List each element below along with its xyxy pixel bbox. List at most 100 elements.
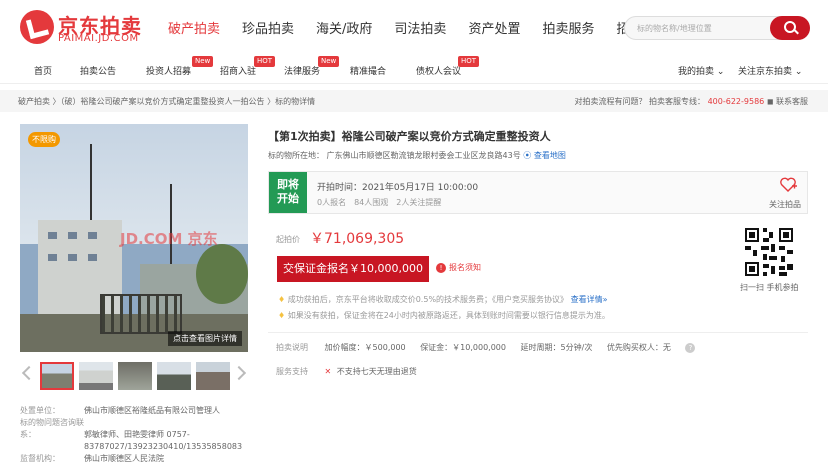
- item-address: 标的物所在地： 广东佛山市顺德区勒流镇龙眼村委会工业区龙良路43号 ⦿ 查看地图: [268, 150, 566, 161]
- search-input[interactable]: 标的物名称/地理位置: [637, 23, 712, 34]
- main-nav: 破产拍卖 珍品拍卖 海关/政府 司法拍卖 资产处置 拍卖服务 招标采购: [168, 18, 690, 42]
- auction-status-box: 即将 开始 开拍时间：2021年05月17日 10:00:00 0人报名 84人…: [268, 171, 808, 214]
- contact-icon: ◼: [766, 97, 776, 106]
- chevron-right-icon[interactable]: [231, 365, 247, 381]
- search-button[interactable]: [770, 16, 810, 40]
- disposer-value: 佛山市顺德区裕隆纸品有限公司管理人: [84, 406, 220, 415]
- nav-treasure[interactable]: 珍品拍卖: [242, 18, 294, 42]
- contact-service-link[interactable]: 联系客服: [776, 97, 808, 106]
- nav-customs-gov[interactable]: 海关/政府: [316, 18, 372, 42]
- tip-2-text: 如果没有获拍，保证金将在24小时内被原路返还，具体到账时间需要以银行信息提示为准…: [287, 311, 610, 320]
- status-flag-line1: 即将: [277, 178, 299, 191]
- subnav-home[interactable]: 首页: [34, 64, 52, 77]
- breadcrumb[interactable]: 破产拍卖 〉（破）裕隆公司破产案以竞价方式确定重整投资人一拍公告 〉标的物详情: [18, 96, 315, 107]
- hotline-label: 拍卖客服专线：: [649, 97, 706, 106]
- close-icon: ✕: [324, 367, 332, 376]
- photo-window: [48, 232, 57, 239]
- search-box: 标的物名称/地理位置: [624, 16, 810, 40]
- supervisor-value: 佛山市顺德区人民法院: [84, 454, 164, 463]
- follow-item-label[interactable]: 关注拍品: [769, 199, 801, 210]
- subnav-creditor[interactable]: 债权人会议 HOT: [416, 56, 480, 77]
- subnav-settle-label: 招商入驻: [220, 67, 257, 77]
- chevron-left-icon[interactable]: [21, 365, 37, 381]
- main-photo[interactable]: JD.COM 京东 不限购 点击查看图片详情: [20, 124, 248, 352]
- thumbnail[interactable]: [40, 362, 74, 390]
- photo-window: [48, 254, 57, 261]
- subnav-investor[interactable]: 投资人招募 New: [146, 56, 214, 77]
- logo-mark-icon: [20, 10, 54, 44]
- photo-window: [68, 254, 77, 261]
- consult-value: 郭敏律师、田艳雯律师 0757-: [84, 430, 190, 439]
- start-time: 开拍时间：2021年05月17日 10:00:00: [317, 183, 479, 193]
- status-flag-line2: 开始: [277, 192, 299, 205]
- consult-value-2: 83787027/13923230410/13535858083: [84, 442, 243, 451]
- delay-period: 延时周期：5分钟/次: [520, 343, 593, 352]
- subnav-investor-label: 投资人招募: [146, 67, 192, 77]
- subnav-announce[interactable]: 拍卖公告: [80, 64, 116, 77]
- tip-service-fee: ♦ 成功获拍后，京东平台将收取成交价0.5%的技术服务费；《用户竞买服务协议》 …: [278, 294, 608, 305]
- address-label: 标的物所在地：: [268, 151, 324, 160]
- photo-window: [88, 232, 97, 239]
- tip-1-text: 成功获拍后，京东平台将收取成交价0.5%的技术服务费；《用户竞买服务协议》: [287, 295, 569, 304]
- thumbnail[interactable]: [79, 362, 113, 390]
- thumbnail[interactable]: [118, 362, 152, 390]
- thumbnail[interactable]: [157, 362, 191, 390]
- top-header: 京东拍卖 PAIMAI.JD.COM 破产拍卖 珍品拍卖 海关/政府 司法拍卖 …: [0, 0, 828, 58]
- sub-nav: 首页 拍卖公告 投资人招募 New 招商入驻 HOT 法律服务 New 精准撮合…: [0, 56, 828, 84]
- nav-judicial[interactable]: 司法拍卖: [394, 18, 446, 42]
- new-badge: New: [318, 56, 340, 67]
- service-label: 服务支持: [276, 367, 308, 376]
- tip-refund: ♦ 如果没有获拍，保证金将在24小时内被原路返还，具体到账时间需要以银行信息提示…: [278, 310, 610, 321]
- qr-code: [743, 226, 795, 278]
- subnav-match[interactable]: 精准撮合: [350, 64, 386, 77]
- subnav-my-auction[interactable]: 我的拍卖 ⌄: [678, 64, 724, 77]
- nav-service[interactable]: 拍卖服务: [542, 18, 594, 42]
- photo-window: [68, 232, 77, 239]
- participant-counts: 0人报名 84人围观 2人关注提醒: [317, 198, 442, 207]
- subnav-my-label: 我的拍卖: [678, 67, 715, 77]
- purchase-limit-tag: 不限购: [28, 132, 60, 147]
- view-photo-details[interactable]: 点击查看图片详情: [168, 331, 242, 346]
- bid-increment: 加价幅度：￥500,000: [324, 343, 406, 352]
- hot-badge: HOT: [458, 56, 480, 67]
- watermark: JD.COM 京东: [120, 230, 218, 248]
- service-support: 服务支持 ✕ 不支持七天无理由退货: [276, 366, 417, 377]
- nav-bankruptcy[interactable]: 破产拍卖: [168, 18, 220, 42]
- registration-notice[interactable]: ! 报名须知: [436, 262, 481, 273]
- help-question: 对拍卖流程有问题？: [574, 97, 647, 106]
- photo-window: [88, 254, 97, 261]
- view-details-link[interactable]: 查看详情»: [571, 295, 608, 304]
- divider: [268, 332, 808, 333]
- status-flag: 即将 开始: [269, 172, 307, 213]
- starting-price: ￥71,069,305: [310, 231, 405, 247]
- pay-deposit-button[interactable]: 交保证金报名￥10,000,000: [277, 256, 429, 282]
- subnav-settle[interactable]: 招商入驻 HOT: [220, 56, 276, 77]
- qr-caption: 扫一扫 手机参拍: [740, 283, 799, 292]
- address-value: 广东佛山市顺德区勒流镇龙眼村委会工业区龙良路43号: [326, 151, 521, 160]
- heart-plus-icon[interactable]: [779, 177, 797, 193]
- nav-asset[interactable]: 资产处置: [468, 18, 520, 42]
- consult-label: 标的物问题咨询联系：: [20, 418, 84, 439]
- help-question-icon[interactable]: ?: [685, 343, 696, 353]
- subnav-legal-label: 法律服务: [284, 67, 321, 77]
- deposit-amount: 保证金：￥10,000,000: [420, 343, 506, 352]
- chevron-down-icon: ⌄: [716, 67, 725, 77]
- subnav-legal[interactable]: 法律服务 New: [284, 56, 340, 77]
- jd-paimai-logo[interactable]: 京东拍卖 PAIMAI.JD.COM: [20, 10, 148, 46]
- lightbulb-icon: ♦: [278, 311, 288, 320]
- item-title: 【第1次拍卖】裕隆公司破产案以竞价方式确定重整投资人: [268, 130, 551, 143]
- subnav-focus-label: 关注京东拍卖: [738, 67, 793, 77]
- priority-buyer: 优先购买权人：无: [606, 343, 671, 352]
- help-links: 对拍卖流程有问题？ 拍卖客服专线： 400-622-9586 ◼ 联系客服: [575, 96, 809, 107]
- supervisor-label: 监督机构：: [20, 454, 60, 463]
- photo-gate: [100, 294, 182, 334]
- auction-terms: 拍卖说明 加价幅度：￥500,000 保证金：￥10,000,000 延时周期：…: [276, 342, 696, 353]
- terms-label: 拍卖说明: [276, 343, 308, 352]
- subnav-follow-jd[interactable]: 关注京东拍卖 ⌄: [738, 64, 802, 77]
- disposer-info: 处置单位： 佛山市顺德区裕隆纸品有限公司管理人 标的物问题咨询联系： 郭敏律师、田艳…: [20, 405, 260, 465]
- breadcrumb-bar: 破产拍卖 〉（破）裕隆公司破产案以竞价方式确定重整投资人一拍公告 〉标的物详情 …: [0, 90, 828, 112]
- thumbnail[interactable]: [196, 362, 230, 390]
- disposer-label: 处置单位：: [20, 406, 60, 415]
- hotline-number: 400-622-9586: [707, 97, 765, 106]
- view-map-link[interactable]: 查看地图: [534, 151, 566, 160]
